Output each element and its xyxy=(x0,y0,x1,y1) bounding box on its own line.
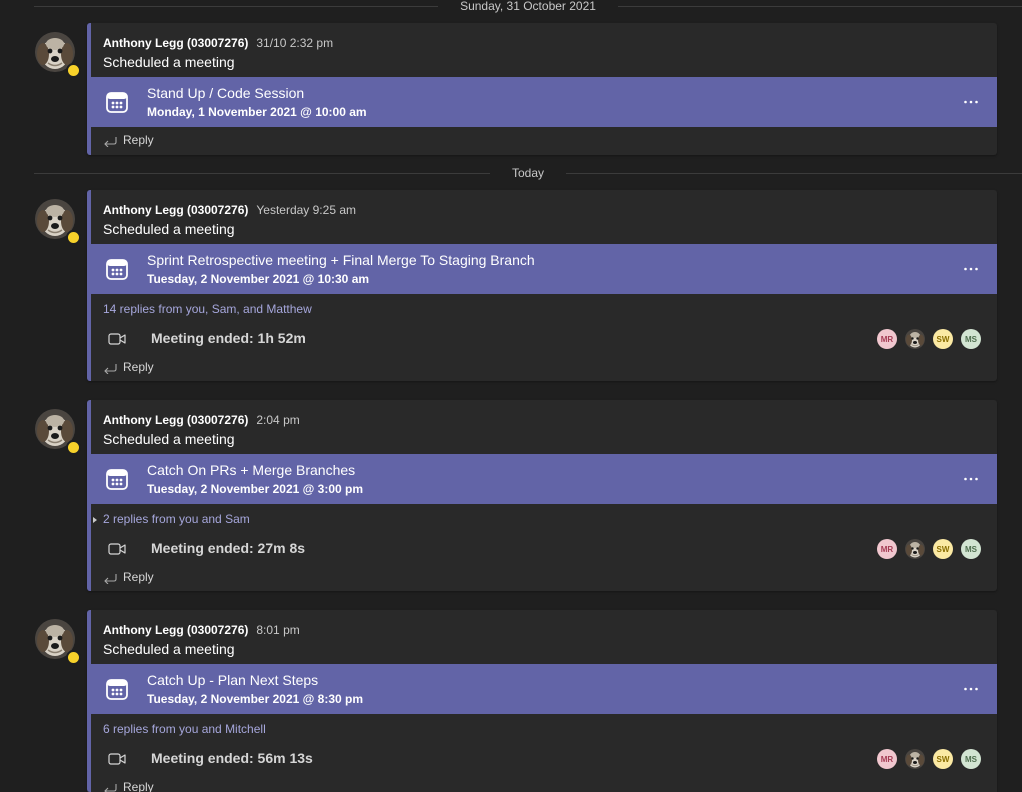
participant-avatar[interactable]: MR xyxy=(877,329,897,349)
message-header: Anthony Legg (03007276) 31/10 2:32 pm xyxy=(103,36,333,50)
reply-label: Reply xyxy=(123,360,154,374)
message-time: Yesterday 9:25 am xyxy=(256,203,356,217)
replies-link[interactable]: 6 replies from you and Mitchell xyxy=(103,722,266,736)
meeting-date: Tuesday, 2 November 2021 @ 8:30 pm xyxy=(147,692,364,706)
meeting-date: Tuesday, 2 November 2021 @ 10:30 am xyxy=(147,272,370,286)
meeting-ended-row: Meeting ended: 27m 8s MR SW MS xyxy=(87,537,997,561)
message-card: Anthony Legg (03007276) Yesterday 9:25 am… xyxy=(87,190,997,381)
participant-avatar[interactable]: MS xyxy=(961,539,981,559)
message-text: Scheduled a meeting xyxy=(103,221,235,237)
reply-label: Reply xyxy=(123,780,154,792)
away-status-icon xyxy=(66,440,81,455)
participant-avatar[interactable]: MS xyxy=(961,329,981,349)
more-options-icon[interactable] xyxy=(963,471,979,487)
video-camera-icon xyxy=(108,542,126,556)
replies-link[interactable]: 14 replies from you, Sam, and Matthew xyxy=(103,302,312,316)
message-text: Scheduled a meeting xyxy=(103,641,235,657)
meeting-card[interactable]: Catch On PRs + Merge Branches Tuesday, 2… xyxy=(87,454,997,504)
reply-icon xyxy=(103,782,117,792)
meeting-title: Sprint Retrospective meeting + Final Mer… xyxy=(147,252,535,268)
meeting-ended-row: Meeting ended: 56m 13s MR SW MS xyxy=(87,747,997,771)
reply-icon xyxy=(103,362,117,374)
participant-avatar[interactable]: MR xyxy=(877,749,897,769)
message-header: Anthony Legg (03007276) 8:01 pm xyxy=(103,623,300,637)
message-time: 2:04 pm xyxy=(256,413,300,427)
date-divider-label: Today xyxy=(511,166,545,180)
more-options-icon[interactable] xyxy=(963,94,979,110)
meeting-date: Monday, 1 November 2021 @ 10:00 am xyxy=(147,105,367,119)
away-status-icon xyxy=(66,230,81,245)
message-card: Anthony Legg (03007276) 8:01 pm Scheduled… xyxy=(87,610,997,792)
calendar-icon xyxy=(105,677,129,701)
participant-avatar[interactable] xyxy=(905,539,925,559)
divider-line xyxy=(34,172,490,174)
meeting-card[interactable]: Stand Up / Code Session Monday, 1 Novemb… xyxy=(87,77,997,127)
participant-avatar[interactable]: MR xyxy=(877,539,897,559)
reply-icon xyxy=(103,135,117,147)
away-status-icon xyxy=(66,63,81,78)
message-text: Scheduled a meeting xyxy=(103,54,235,70)
divider-line xyxy=(566,172,1022,174)
meeting-ended-row: Meeting ended: 1h 52m MR SW MS xyxy=(87,327,997,351)
meeting-title: Stand Up / Code Session xyxy=(147,85,305,101)
participant-avatar[interactable] xyxy=(905,749,925,769)
message-time: 8:01 pm xyxy=(256,623,300,637)
participants: MR SW MS xyxy=(877,749,981,769)
calendar-icon xyxy=(105,467,129,491)
message-header: Anthony Legg (03007276) Yesterday 9:25 am xyxy=(103,203,356,217)
participant-avatar[interactable]: SW xyxy=(933,329,953,349)
author-name[interactable]: Anthony Legg (03007276) xyxy=(103,413,248,427)
meeting-ended-text: Meeting ended: 1h 52m xyxy=(151,330,306,346)
reply-label: Reply xyxy=(123,570,154,584)
expand-caret-icon[interactable] xyxy=(93,517,97,523)
participant-avatar[interactable]: MS xyxy=(961,749,981,769)
away-status-icon xyxy=(66,650,81,665)
meeting-card[interactable]: Catch Up - Plan Next Steps Tuesday, 2 No… xyxy=(87,664,997,714)
message-header: Anthony Legg (03007276) 2:04 pm xyxy=(103,413,300,427)
calendar-icon xyxy=(105,257,129,281)
conversation-feed: Sunday, 31 October 2021 Anthony Legg (03… xyxy=(0,0,1022,792)
date-divider: Today xyxy=(34,166,1022,180)
reply-label: Reply xyxy=(123,133,154,147)
date-divider-label: Sunday, 31 October 2021 xyxy=(460,0,596,13)
participant-avatar[interactable]: SW xyxy=(933,749,953,769)
author-name[interactable]: Anthony Legg (03007276) xyxy=(103,36,248,50)
participants: MR SW MS xyxy=(877,329,981,349)
calendar-icon xyxy=(105,90,129,114)
message-time: 31/10 2:32 pm xyxy=(256,36,334,50)
more-options-icon[interactable] xyxy=(963,261,979,277)
message-card: Anthony Legg (03007276) 31/10 2:32 pm Sch… xyxy=(87,23,997,155)
meeting-date: Tuesday, 2 November 2021 @ 3:00 pm xyxy=(147,482,364,496)
date-divider: Sunday, 31 October 2021 xyxy=(34,0,1022,13)
divider-line xyxy=(34,5,439,7)
meeting-card[interactable]: Sprint Retrospective meeting + Final Mer… xyxy=(87,244,997,294)
message-card: Anthony Legg (03007276) 2:04 pm Scheduled… xyxy=(87,400,997,591)
author-name[interactable]: Anthony Legg (03007276) xyxy=(103,623,248,637)
participants: MR SW MS xyxy=(877,539,981,559)
meeting-title: Catch Up - Plan Next Steps xyxy=(147,672,319,688)
participant-avatar[interactable]: SW xyxy=(933,539,953,559)
message-text: Scheduled a meeting xyxy=(103,431,235,447)
participant-avatar[interactable] xyxy=(905,329,925,349)
video-camera-icon xyxy=(108,332,126,346)
author-name[interactable]: Anthony Legg (03007276) xyxy=(103,203,248,217)
reply-icon xyxy=(103,572,117,584)
video-camera-icon xyxy=(108,752,126,766)
replies-link[interactable]: 2 replies from you and Sam xyxy=(103,512,250,526)
divider-line xyxy=(617,5,1022,7)
meeting-title: Catch On PRs + Merge Branches xyxy=(147,462,356,478)
more-options-icon[interactable] xyxy=(963,681,979,697)
meeting-ended-text: Meeting ended: 56m 13s xyxy=(151,750,313,766)
meeting-ended-text: Meeting ended: 27m 8s xyxy=(151,540,306,556)
